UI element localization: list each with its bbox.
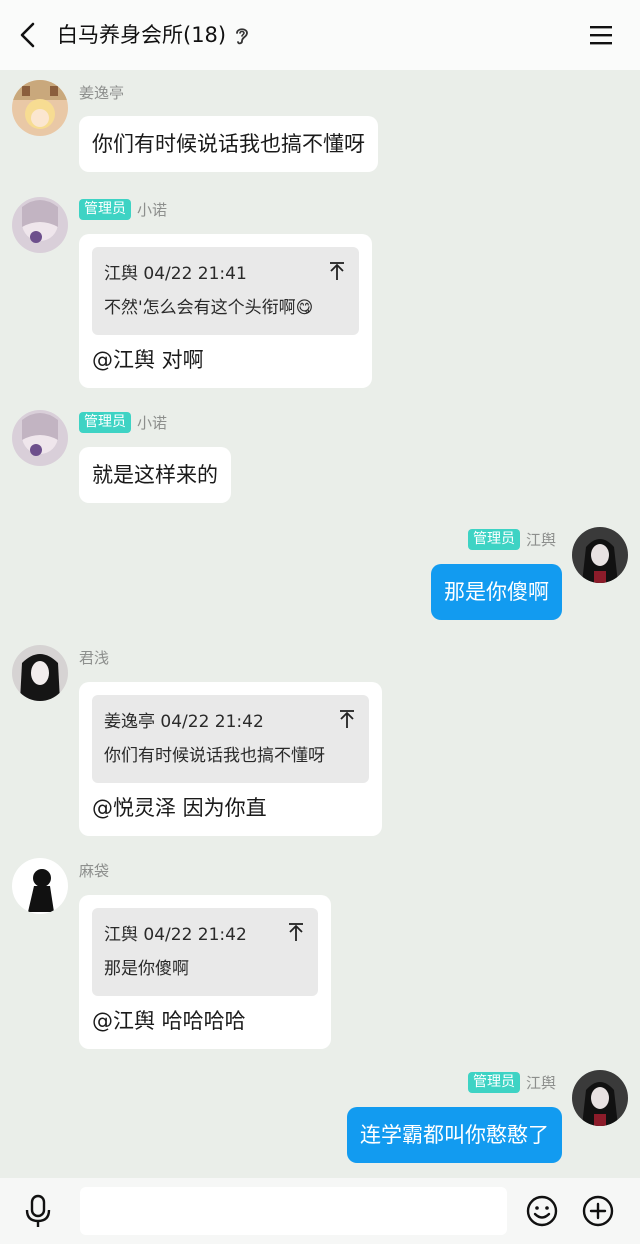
group-title[interactable]: 白马养身会所(18) bbox=[57, 20, 226, 50]
avatar[interactable] bbox=[12, 80, 68, 136]
sender-name: 小诺 bbox=[137, 413, 168, 432]
avatar[interactable] bbox=[572, 527, 628, 583]
message-bubble[interactable]: 姜逸亭 04/22 21:42 你们有时候说话我也搞不懂呀 @悦灵泽 因为你直 bbox=[79, 682, 382, 836]
admin-badge: 管理员 bbox=[467, 528, 520, 550]
ear-icon[interactable] bbox=[233, 25, 251, 47]
sender-line: 姜逸亭 bbox=[79, 81, 124, 103]
sender-name: 江舆 bbox=[525, 530, 556, 549]
message-bubble[interactable]: 就是这样来的 bbox=[79, 447, 231, 503]
my-message-bubble[interactable]: 连学霸都叫你憨憨了 bbox=[347, 1107, 562, 1163]
quoted-message[interactable]: 江舆 04/22 21:41 不然'怎么会有这个头衔啊😋 bbox=[92, 247, 359, 335]
avatar[interactable] bbox=[12, 858, 68, 914]
admin-badge: 管理员 bbox=[467, 1071, 520, 1093]
message-list[interactable]: 姜逸亭 你们有时候说话我也搞不懂呀 管理员 小诺 江舆 04/22 21:41 … bbox=[0, 70, 640, 1178]
sender-line: 管理员 小诺 bbox=[79, 198, 167, 220]
sender-line: 管理员 江舆 bbox=[467, 1071, 556, 1093]
plus-icon[interactable] bbox=[582, 1195, 614, 1227]
message-text: @江舆 哈哈哈哈 bbox=[92, 1009, 246, 1033]
pin-up-icon[interactable] bbox=[329, 261, 345, 281]
input-bar bbox=[0, 1178, 640, 1244]
message-bubble[interactable]: 江舆 04/22 21:41 不然'怎么会有这个头衔啊😋 @江舆 对啊 bbox=[79, 234, 372, 388]
quoted-message[interactable]: 姜逸亭 04/22 21:42 你们有时候说话我也搞不懂呀 bbox=[92, 695, 369, 783]
avatar[interactable] bbox=[12, 197, 68, 253]
avatar[interactable] bbox=[12, 410, 68, 466]
quote-text: 不然'怎么会有这个头衔啊😋 bbox=[104, 298, 314, 318]
message-text: 你们有时候说话我也搞不懂呀 bbox=[92, 132, 365, 156]
sender-name: 君浅 bbox=[79, 648, 110, 667]
quote-text: 那是你傻啊 bbox=[104, 959, 189, 979]
message-bubble[interactable]: 江舆 04/22 21:42 那是你傻啊 @江舆 哈哈哈哈 bbox=[79, 895, 331, 1049]
message-input[interactable] bbox=[80, 1187, 507, 1235]
sender-name: 姜逸亭 bbox=[79, 83, 125, 102]
message-text: @悦灵泽 因为你直 bbox=[92, 796, 267, 820]
chat-header: 白马养身会所(18) bbox=[0, 0, 640, 70]
avatar[interactable] bbox=[12, 645, 68, 701]
admin-badge: 管理员 bbox=[79, 198, 131, 220]
quoted-message[interactable]: 江舆 04/22 21:42 那是你傻啊 bbox=[92, 908, 318, 996]
sender-line: 麻袋 bbox=[79, 859, 109, 881]
message-text: 连学霸都叫你憨憨了 bbox=[360, 1123, 549, 1147]
my-message-bubble[interactable]: 那是你傻啊 bbox=[431, 564, 562, 620]
back-icon[interactable] bbox=[14, 20, 44, 50]
avatar[interactable] bbox=[572, 1070, 628, 1126]
sender-name: 麻袋 bbox=[79, 861, 110, 880]
pin-up-icon[interactable] bbox=[339, 709, 355, 729]
sender-name: 江舆 bbox=[525, 1073, 556, 1092]
quote-author: 江舆 04/22 21:42 bbox=[104, 925, 247, 945]
sender-line: 管理员 小诺 bbox=[79, 411, 167, 433]
sender-line: 君浅 bbox=[79, 646, 109, 668]
message-text: 那是你傻啊 bbox=[444, 580, 549, 604]
sender-line: 管理员 江舆 bbox=[467, 528, 556, 550]
message-bubble[interactable]: 你们有时候说话我也搞不懂呀 bbox=[79, 116, 378, 172]
quote-author: 姜逸亭 04/22 21:42 bbox=[104, 712, 264, 732]
sender-name: 小诺 bbox=[137, 200, 168, 219]
message-text: @江舆 对啊 bbox=[92, 348, 204, 372]
quote-text: 你们有时候说话我也搞不懂呀 bbox=[104, 746, 325, 766]
menu-icon[interactable] bbox=[588, 22, 614, 48]
admin-badge: 管理员 bbox=[79, 411, 131, 433]
quote-author: 江舆 04/22 21:41 bbox=[104, 264, 247, 284]
pin-up-icon[interactable] bbox=[288, 922, 304, 942]
emoji-icon[interactable] bbox=[526, 1195, 558, 1227]
mic-icon[interactable] bbox=[24, 1194, 52, 1228]
message-text: 就是这样来的 bbox=[92, 463, 218, 487]
